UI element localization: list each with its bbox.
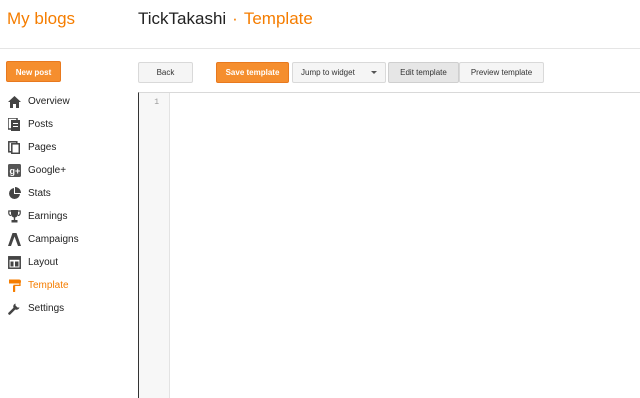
new-post-button[interactable]: New post [6, 61, 61, 82]
jump-to-widget-dropdown[interactable]: Jump to widget [292, 62, 386, 83]
save-template-button[interactable]: Save template [216, 62, 289, 83]
sidebar-item-label: Layout [28, 257, 59, 268]
line-gutter: 1 [139, 93, 170, 398]
pages-icon [7, 141, 21, 155]
sidebar-item-stats[interactable]: Stats [0, 182, 130, 205]
sidebar-item-template[interactable]: Template [0, 274, 130, 297]
pie-chart-icon [7, 187, 21, 201]
sidebar-item-label: Campaigns [28, 234, 79, 245]
breadcrumb: TickTakashi · Template [138, 9, 313, 29]
sidebar-item-label: Google+ [28, 165, 67, 176]
campaigns-icon [7, 233, 21, 247]
sidebar-item-google-plus[interactable]: g+ Google+ [0, 159, 130, 182]
home-icon [7, 95, 21, 109]
caret-down-icon [371, 71, 377, 74]
sidebar-item-label: Pages [28, 142, 57, 153]
trophy-icon [7, 210, 21, 224]
page-title: Template [243, 9, 313, 28]
line-number: 1 [154, 98, 159, 107]
blog-name[interactable]: TickTakashi [138, 9, 226, 28]
sidebar-item-label: Settings [28, 303, 65, 314]
sidebar-item-layout[interactable]: Layout [0, 251, 130, 274]
sidebar-item-label: Posts [28, 119, 54, 130]
sidebar-nav: Overview Posts Pages g+ Google+ Stats Ea… [0, 90, 130, 320]
sidebar-item-earnings[interactable]: Earnings [0, 205, 130, 228]
breadcrumb-separator: · [232, 9, 238, 28]
sidebar-item-label: Template [28, 280, 69, 291]
wrench-icon [7, 302, 21, 316]
jump-to-widget-label: Jump to widget [301, 68, 355, 77]
top-bar: My blogs TickTakashi · Template [0, 0, 640, 49]
sidebar-item-label: Stats [28, 188, 51, 199]
edit-template-tab[interactable]: Edit template [388, 62, 459, 83]
code-editor[interactable]: 1 [138, 92, 640, 398]
google-plus-icon: g+ [7, 164, 21, 178]
sidebar-item-campaigns[interactable]: Campaigns [0, 228, 130, 251]
sidebar-item-settings[interactable]: Settings [0, 297, 130, 320]
sidebar-item-posts[interactable]: Posts [0, 113, 130, 136]
my-blogs-link[interactable]: My blogs [7, 9, 75, 29]
template-icon [7, 279, 21, 293]
sidebar-item-label: Earnings [28, 211, 68, 222]
sidebar-item-pages[interactable]: Pages [0, 136, 130, 159]
sidebar-item-label: Overview [28, 96, 70, 107]
back-button[interactable]: Back [138, 62, 193, 83]
layout-icon [7, 256, 21, 270]
svg-text:g+: g+ [9, 166, 20, 176]
posts-icon [7, 118, 21, 132]
preview-template-tab[interactable]: Preview template [459, 62, 544, 83]
sidebar-item-overview[interactable]: Overview [0, 90, 130, 113]
